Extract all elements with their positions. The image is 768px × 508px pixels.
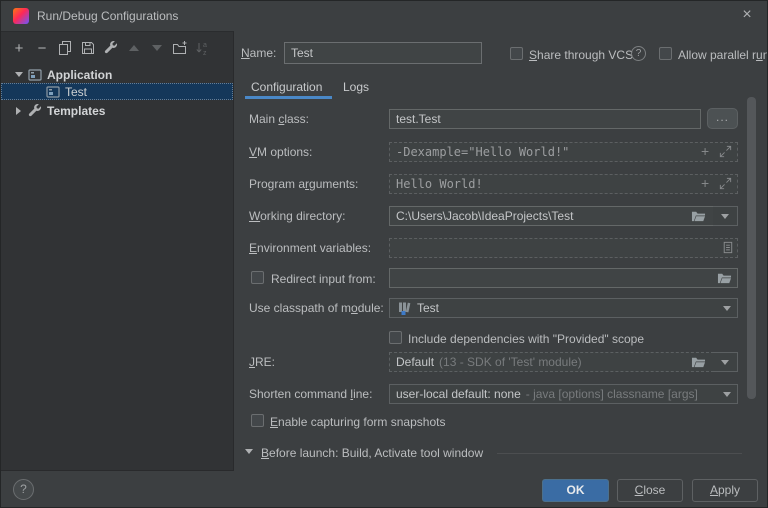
working-directory-dropdown-button[interactable] (713, 206, 738, 226)
chevron-down-icon (723, 306, 731, 311)
program-arguments-add-icon[interactable]: + (701, 175, 709, 191)
templates-wrench-icon (27, 103, 43, 119)
jre-folder-icon[interactable] (691, 355, 706, 369)
sort-configurations-icon[interactable]: a z (195, 40, 211, 56)
dialog-title: Run/Debug Configurations (37, 9, 178, 23)
program-arguments-label: Program arguments: (249, 174, 358, 194)
tab-logs[interactable]: Logs (343, 80, 369, 94)
svg-text:z: z (203, 50, 207, 56)
configurations-tree: Application Test Templates (1, 66, 233, 119)
use-classpath-value: Test (417, 301, 723, 315)
use-classpath-select[interactable]: Test (389, 298, 738, 318)
before-launch-divider (497, 453, 742, 454)
help-icon[interactable]: ? (631, 46, 646, 61)
help-button[interactable]: ? (13, 479, 34, 500)
jre-dropdown-button[interactable] (713, 352, 738, 372)
redirect-input-checkbox[interactable] (251, 271, 264, 284)
close-icon[interactable]: × (737, 5, 757, 25)
application-icon (27, 67, 43, 83)
chevron-down-icon (721, 214, 729, 219)
allow-parallel-checkbox[interactable] (659, 47, 672, 60)
shorten-command-line-value: user-local default: none (396, 387, 521, 401)
vm-options-input[interactable]: -Dexample="Hello World!" (389, 142, 738, 162)
chevron-down-icon (721, 360, 729, 365)
main-class-label: Main class: (249, 109, 309, 129)
vm-options-expand-icon[interactable] (718, 144, 733, 159)
allow-parallel-label[interactable]: Allow parallel run (678, 45, 768, 65)
program-arguments-input[interactable]: Hello World! (389, 174, 738, 194)
chevron-down-icon (723, 392, 731, 397)
shorten-command-line-label: Shorten command line: (249, 384, 372, 404)
jre-label: JRE: (249, 352, 275, 372)
close-button[interactable]: Close (617, 479, 683, 502)
module-icon (396, 300, 412, 316)
redirect-input-folder-icon[interactable] (717, 271, 732, 285)
move-down-icon[interactable] (149, 40, 165, 56)
tree-item-application[interactable]: Application (1, 66, 233, 83)
shorten-command-line-hint: - java [options] classname [args] (526, 387, 723, 401)
chevron-right-icon[interactable] (16, 107, 21, 115)
program-arguments-expand-icon[interactable] (718, 176, 733, 191)
environment-variables-browse-icon[interactable] (720, 240, 735, 255)
remove-configuration-icon[interactable]: − (34, 40, 50, 56)
tree-item-label: Templates (47, 104, 105, 118)
application-icon (45, 84, 61, 100)
edit-templates-icon[interactable] (103, 40, 119, 56)
before-launch-label[interactable]: Before launch: Build, Activate tool wind… (261, 443, 483, 463)
working-directory-label: Working directory: (249, 206, 345, 226)
name-label: Name: (241, 43, 276, 63)
svg-text:a: a (203, 42, 207, 49)
working-directory-folder-icon[interactable] (691, 209, 706, 223)
chevron-down-icon[interactable] (15, 72, 23, 77)
enable-capturing-label[interactable]: Enable capturing form snapshots (270, 412, 445, 432)
tree-item-templates[interactable]: Templates (1, 102, 233, 119)
tab-configuration[interactable]: Configuration (251, 80, 322, 94)
title-bar: Run/Debug Configurations × (1, 1, 767, 31)
save-configuration-icon[interactable] (80, 40, 96, 56)
jre-value: Default (396, 355, 434, 369)
intellij-app-icon (13, 8, 29, 24)
main-class-input[interactable]: test.Test (389, 109, 701, 129)
tree-item-test-selected[interactable]: Test (1, 83, 233, 100)
form-scrollbar[interactable] (747, 97, 756, 399)
include-dependencies-label[interactable]: Include dependencies with "Provided" sco… (408, 329, 644, 349)
environment-variables-input[interactable] (389, 238, 738, 258)
enable-capturing-checkbox[interactable] (251, 414, 264, 427)
redirect-input-file-input[interactable] (389, 268, 738, 288)
tree-item-label: Test (65, 85, 87, 99)
move-up-icon[interactable] (126, 40, 142, 56)
before-launch-collapse-icon[interactable] (245, 449, 253, 454)
add-configuration-icon[interactable]: + (11, 40, 27, 56)
copy-configuration-icon[interactable] (57, 40, 73, 56)
main-class-browse-button[interactable]: ... (707, 108, 738, 129)
active-tab-underline (245, 96, 332, 99)
environment-variables-label: Environment variables: (249, 238, 371, 258)
ok-button[interactable]: OK (542, 479, 609, 502)
share-vcs-label[interactable]: Share through VCS (529, 45, 633, 65)
include-dependencies-checkbox[interactable] (389, 331, 402, 344)
name-input[interactable]: Test (284, 42, 482, 64)
working-directory-input[interactable]: C:\Users\Jacob\IdeaProjects\Test (389, 206, 714, 226)
sidebar-toolbar: + − (11, 38, 211, 58)
share-vcs-checkbox[interactable] (510, 47, 523, 60)
redirect-input-label[interactable]: Redirect input from: (271, 269, 376, 289)
apply-button[interactable]: Apply (692, 479, 758, 502)
vm-options-add-icon[interactable]: + (701, 143, 709, 159)
use-classpath-label: Use classpath of module: (249, 298, 384, 318)
run-debug-configurations-dialog: Run/Debug Configurations × + − (0, 0, 768, 508)
jre-select[interactable]: Default (13 - SDK of 'Test' module) (389, 352, 714, 372)
configurations-sidebar: + − (1, 31, 234, 471)
create-folder-icon[interactable] (172, 40, 188, 56)
shorten-command-line-select[interactable]: user-local default: none - java [options… (389, 384, 738, 404)
tree-item-label: Application (47, 68, 112, 82)
jre-hint: (13 - SDK of 'Test' module) (439, 355, 707, 369)
vm-options-label: VM options: (249, 142, 312, 162)
